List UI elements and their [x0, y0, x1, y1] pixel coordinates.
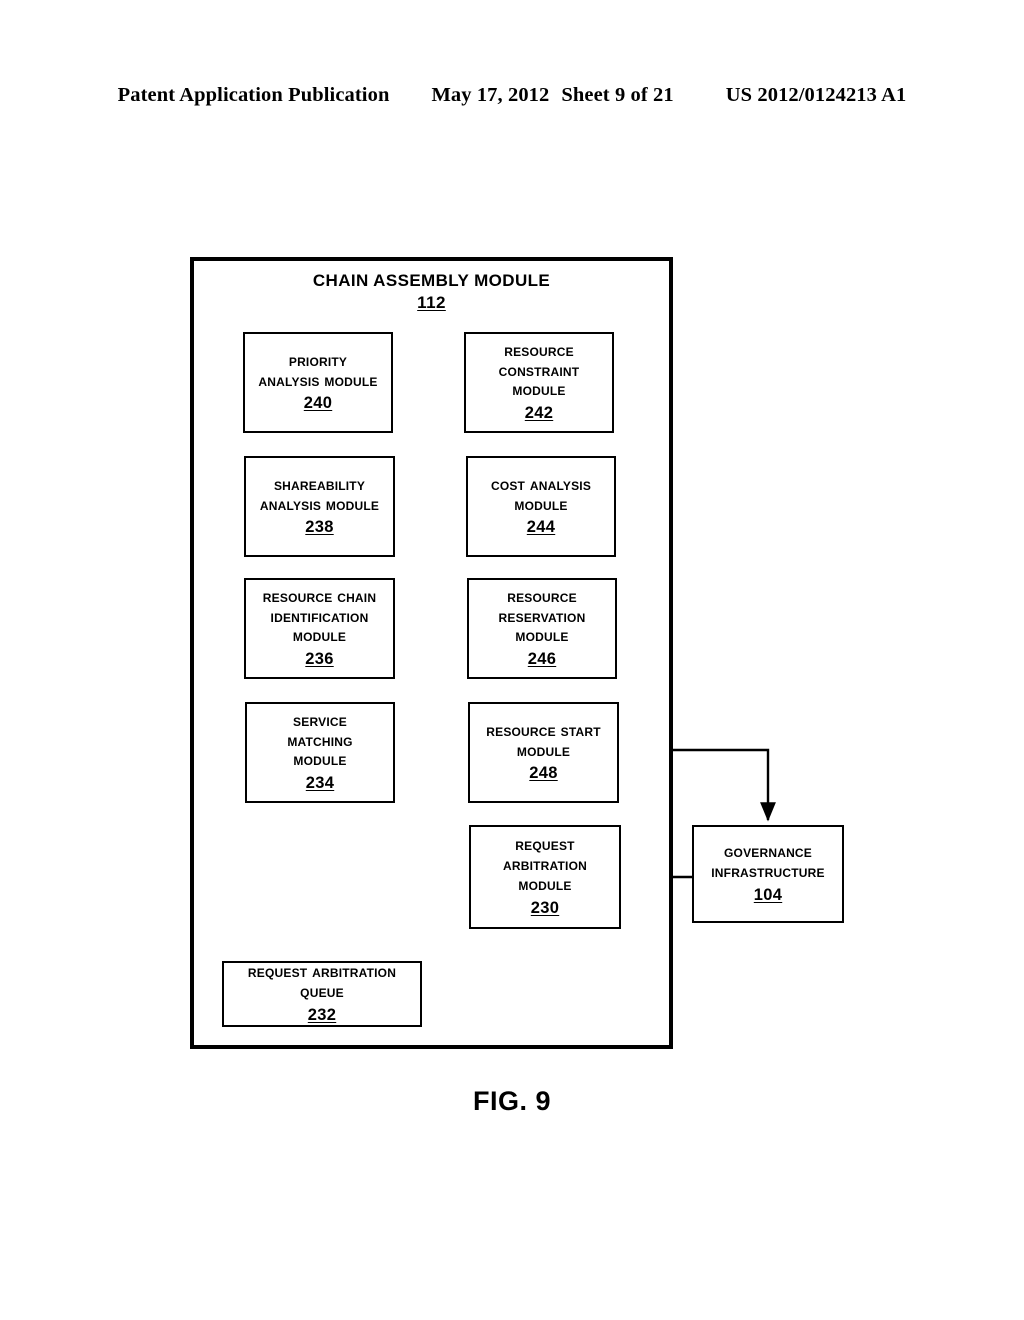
- node-resource-reservation-module[interactable]: RESOURCE RESERVATION MODULE 246: [467, 578, 617, 679]
- node-shareability-analysis-module[interactable]: SHAREABILITY ANALYSIS MODULE 238: [244, 456, 395, 557]
- node-label-line: MODULE: [518, 875, 572, 894]
- node-label-line: REQUEST: [515, 836, 575, 855]
- node-ref: 104: [753, 885, 783, 904]
- node-priority-analysis-module[interactable]: PRIORITY ANALYSIS MODULE 240: [243, 332, 393, 433]
- node-service-matching-module[interactable]: SERVICE MATCHING MODULE 234: [245, 702, 395, 803]
- node-label-line: MODULE: [514, 495, 568, 514]
- node-label-line: MODULE: [516, 741, 571, 760]
- patent-figure: CHAIN ASSEMBLY MODULE 112 priority analy…: [0, 0, 1024, 1320]
- node-label-line: RESOURCE CHAIN: [262, 587, 377, 606]
- node-label-line: MATCHING: [287, 731, 353, 750]
- node-label-line: RESOURCE: [504, 341, 574, 360]
- node-label-line: ARBITRATION: [503, 856, 587, 875]
- node-label-line: MODULE: [515, 627, 569, 646]
- node-ref: 238: [305, 518, 334, 537]
- node-ref: 234: [305, 774, 335, 793]
- node-label-line: SERVICE: [293, 711, 347, 730]
- node-label-line: MODULE: [293, 751, 347, 770]
- node-ref: 244: [526, 518, 556, 537]
- node-ref: 246: [527, 650, 557, 669]
- node-ref: 230: [530, 898, 560, 917]
- node-resource-start-module[interactable]: RESOURCE START MODULE 248: [468, 702, 619, 803]
- node-ref: 242: [524, 404, 554, 423]
- node-label-line: COST ANALYSIS: [490, 475, 592, 494]
- node-governance-infrastructure[interactable]: GOVERNANCE INFRASTRUCTURE 104: [692, 825, 844, 923]
- node-ref: 236: [305, 650, 334, 669]
- node-resource-constraint-module[interactable]: RESOURCE CONSTRAINT MODULE 242: [464, 332, 614, 433]
- node-label-line: QUEUE: [300, 983, 344, 1001]
- node-ref: 248: [529, 764, 558, 783]
- node-label-line: ANALYSIS MODULE: [259, 495, 380, 514]
- node-resource-chain-identification-module[interactable]: RESOURCE CHAIN IDENTIFICATION MODULE 236: [244, 578, 395, 679]
- node-request-arbitration-module[interactable]: REQUEST ARBITRATION MODULE 230: [469, 825, 621, 929]
- node-label-line: MODULE: [512, 381, 566, 400]
- node-label-line: REQUEST ARBITRATION: [247, 963, 397, 982]
- node-label-line: RESERVATION: [498, 607, 586, 626]
- figure-caption: FIG. 9: [472, 1086, 551, 1116]
- node-label-line: IDENTIFICATION: [270, 607, 369, 626]
- node-ref: 240: [303, 394, 333, 413]
- node-label-line: CONSTRAINT: [498, 361, 580, 380]
- node-label-line: RESOURCE: [507, 587, 577, 606]
- node-label-line: INFRASTRUCTURE: [711, 863, 825, 881]
- node-label-line: MODULE: [292, 627, 347, 646]
- container-title-ref: 112: [417, 293, 446, 313]
- node-label-line: PRIORITY: [288, 351, 348, 370]
- node-label-line: RESOURCE START: [486, 721, 601, 740]
- node-label-line: SHAREABILITY: [273, 475, 366, 494]
- container-title: CHAIN ASSEMBLY MODULE 112: [190, 270, 673, 313]
- node-ref: 232: [307, 1005, 337, 1024]
- node-cost-analysis-module[interactable]: COST ANALYSIS MODULE 244: [466, 456, 616, 557]
- node-request-arbitration-queue[interactable]: REQUEST ARBITRATION QUEUE 232: [222, 961, 422, 1027]
- container-title-text: CHAIN ASSEMBLY MODULE: [312, 271, 551, 290]
- node-label-line: GOVERNANCE: [723, 843, 813, 862]
- node-label-line: ANALYSIS MODULE: [258, 371, 378, 390]
